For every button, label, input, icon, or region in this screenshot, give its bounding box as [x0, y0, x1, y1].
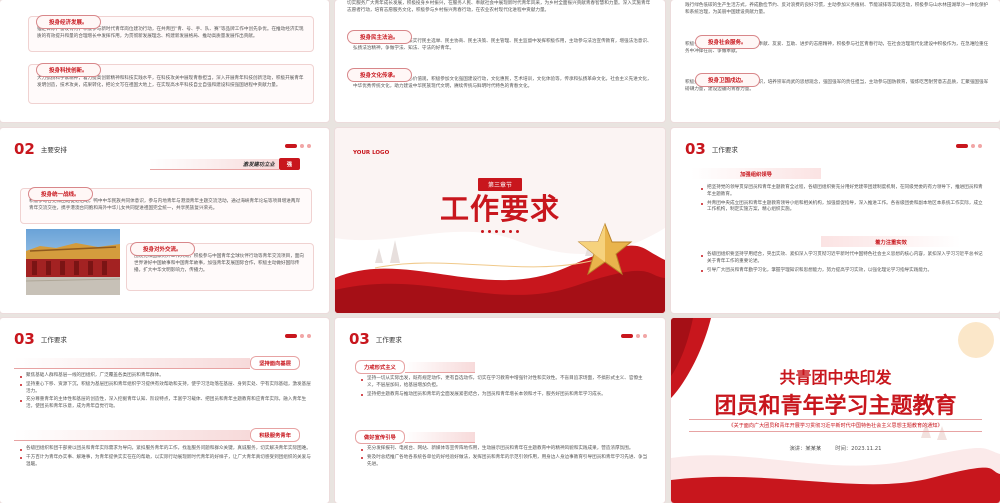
section-number: 03	[14, 330, 35, 348]
title-dots	[335, 230, 665, 233]
decor-dots	[621, 334, 647, 338]
section-title: 主要安排	[40, 146, 67, 154]
pill-united-front: 投身统一战线。	[28, 181, 93, 201]
label-leadership: 加强组织领导	[691, 168, 821, 179]
bullets-serve-youth: 各级团组织和团干部要以团员和青年实际需求为导向，紧扣服务青年的工作，找准服务问题…	[20, 446, 312, 470]
slide-thumb-9[interactable]: 共青团中央印发 团员和青年学习主题教育 《关于面向广大团员和青年开展学习贯彻习近…	[671, 318, 1000, 503]
section-header: 02 主要安排	[14, 140, 67, 158]
text-top: 切实服务广大青年成长发展，积极投身乡村振兴，在服务人民、奉献社会中展现新时代青年…	[347, 1, 651, 13]
pill-tech: 投身科技创新。	[36, 57, 101, 77]
pill-democracy: 投身民主法治。	[347, 24, 412, 44]
pill-service: 投身社会服务。	[695, 29, 760, 49]
section-number: 03	[349, 330, 370, 348]
palace-image	[25, 229, 121, 295]
logo-text: YOUR LOGO	[353, 150, 390, 156]
slide-thumb-8[interactable]: 03 工作要求 力戒形式主义 坚持一切从实际出发，既有规定动作，更有自选动作，切…	[335, 318, 665, 503]
bullets-effectiveness: 各级团组织要坚持学用结合，突出实效、紧扣深入学习贯彻习近平新时代中国特色社会主义…	[701, 252, 985, 276]
cover-title-2: 团员和青年学习主题教育	[714, 393, 957, 419]
tag-banner-text: 激发建功立业	[150, 158, 279, 170]
section-title: 工作要求	[375, 336, 402, 344]
slide-thumb-7[interactable]: 03 工作要求 坚持面向基层 聚焦基础人群和基层一线的团组织，广泛覆盖各类团员和…	[0, 318, 329, 503]
cover-time: 时间：2023.11.21	[835, 446, 882, 452]
label-publicity: 做好宣传引导	[355, 430, 475, 444]
slide-thumb-6[interactable]: 03 工作要求 加强组织领导 把坚持党的领导贯穿团员和青年主题教育全过程，各级团…	[671, 128, 1000, 313]
text-ecology: 践行绿色低碳的生产生活方式，养成勤俭节约、反对浪费的良好习惯，主动参加义务植树、…	[685, 3, 989, 15]
label-serve-youth: 积极服务青年	[14, 428, 300, 442]
bullets-publicity: 充分发挥报刊、电视台、网站、新媒体等宣传阵地作用，生动展示团员和青年在主题教育中…	[361, 446, 651, 470]
label-grassroots: 坚持面向基层	[14, 356, 300, 370]
cover-subtitle: 《关于面向广大团员和青年开展学习贯彻习近平新时代中国特色社会主义思想主题教育的通…	[689, 419, 982, 432]
section-header: 03 工作要求	[349, 330, 402, 348]
cover-speaker: 演讲：某某某	[789, 446, 822, 452]
slide-thumb-1[interactable]: 投身经济发展。 锚定目标，奋发有为，积极参与新时代青年岗位建功行动，在共青团“青…	[0, 0, 329, 122]
section-title: 工作要求	[40, 336, 67, 344]
slide-thumb-3[interactable]: 践行绿色低碳的生产生活方式，养成勤俭节约、反对浪费的良好习惯，主动参加义务植树、…	[671, 0, 1000, 122]
cover-meta: 演讲：某某某 时间：2023.11.21	[671, 444, 1000, 452]
cover-title-1: 共青团中央印发	[779, 368, 892, 387]
tag-banner-label: 强	[278, 158, 300, 170]
bullets-grassroots: 聚焦基础人群和基层一线的团组织，广泛覆盖各类团员和青年群体。 坚持重心下移、资源…	[20, 373, 312, 413]
bullets-formalism: 坚持一切从实际出发，既有规定动作，更有自选动作，切实在学习教育中增强针对性和实效…	[361, 376, 651, 400]
label-effectiveness: 着力注重实效	[821, 236, 961, 247]
section-number: 03	[685, 140, 706, 158]
section-title: 工作要求	[711, 146, 738, 154]
decor-dots	[956, 144, 982, 148]
pill-exchange: 投身对外交流。	[130, 236, 195, 256]
pill-defense: 投身卫国戍边。	[695, 67, 760, 87]
chapter-title: 工作要求	[439, 192, 560, 226]
label-formalism: 力戒形式主义	[355, 360, 475, 374]
slide-thumb-4[interactable]: 02 主要安排 激发建功立业 强 投身统一战线。 积极参与各党派团结促进活动，鸭…	[0, 128, 329, 313]
slide-thumb-2[interactable]: 切实服务广大青年成长发展，积极投身乡村振兴，在服务人民、奉献社会中展现新时代青年…	[335, 0, 665, 122]
decor-dots	[285, 144, 311, 148]
decor-dots	[285, 334, 311, 338]
pill-culture: 投身文化传承。	[347, 62, 412, 82]
tag-banner: 激发建功立业 强	[150, 158, 300, 170]
bullets-leadership: 把坚持党的领导贯穿团员和青年主题教育全过程，各级团组织要充分用好党建带团建制度机…	[701, 185, 985, 216]
section-number: 02	[14, 140, 35, 158]
section-header: 03 工作要求	[685, 140, 738, 158]
slide-thumb-5[interactable]: YOUR LOGO 第三章节 工作要求	[335, 128, 665, 313]
section-header: 03 工作要求	[14, 330, 67, 348]
